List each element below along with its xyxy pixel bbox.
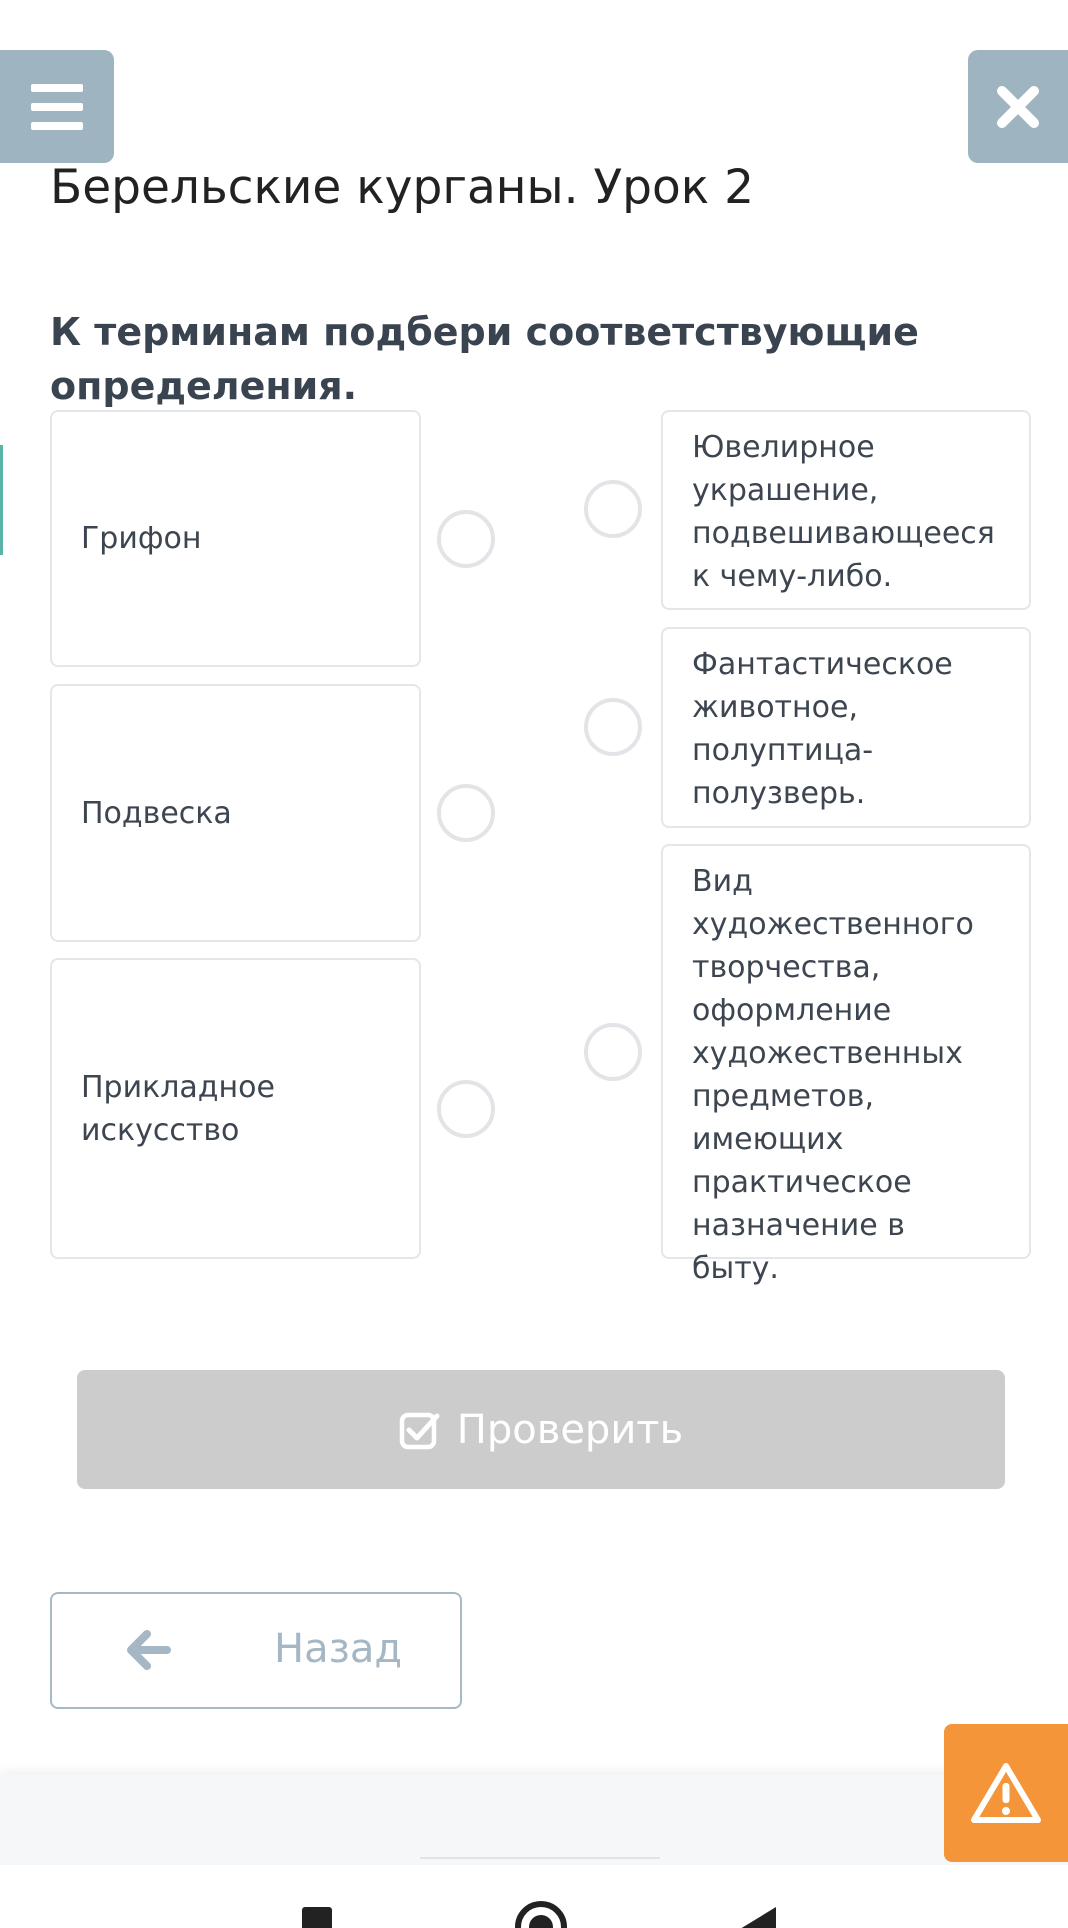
check-button-label: Проверить bbox=[456, 1406, 684, 1453]
page-title: Берельские курганы. Урок 2 bbox=[50, 160, 754, 215]
system-navigation-bar bbox=[0, 1865, 1068, 1928]
term-card-2[interactable]: Подвеска bbox=[50, 684, 421, 942]
definition-text: Ювелирное украшение, подвешивающееся к ч… bbox=[692, 430, 995, 594]
term-label: Грифон bbox=[81, 521, 202, 556]
hamburger-menu-icon bbox=[31, 83, 83, 130]
definition-text: Фантастическое животное, полуптица-полуз… bbox=[692, 647, 953, 811]
home-icon[interactable] bbox=[515, 1901, 567, 1928]
arrow-left-icon bbox=[127, 1630, 171, 1670]
side-edge-marker bbox=[0, 445, 3, 555]
check-button[interactable]: Проверить bbox=[77, 1370, 1005, 1489]
back-button-label: Назад bbox=[274, 1626, 403, 1672]
term-3-connector[interactable] bbox=[437, 1080, 495, 1138]
footer-divider bbox=[420, 1857, 660, 1859]
checkbox-check-icon bbox=[399, 1412, 440, 1449]
definition-card-2[interactable]: Фантастическое животное, полуптица-полуз… bbox=[661, 627, 1031, 828]
term-card-1[interactable]: Грифон bbox=[50, 410, 421, 667]
close-button[interactable] bbox=[968, 50, 1068, 163]
back-nav-icon[interactable] bbox=[740, 1907, 776, 1928]
term-label: Прикладное искусство bbox=[81, 1069, 275, 1148]
question-text: К терминам подбери соответствующие опред… bbox=[50, 310, 919, 408]
definition-card-1[interactable]: Ювелирное украшение, подвешивающееся к ч… bbox=[661, 410, 1031, 610]
definition-3-connector[interactable] bbox=[584, 1023, 642, 1081]
close-icon bbox=[997, 85, 1039, 128]
definition-2-connector[interactable] bbox=[584, 698, 642, 756]
definition-text: Вид художественного творчества, оформлен… bbox=[692, 864, 974, 1286]
term-card-3[interactable]: Прикладное искусство bbox=[50, 958, 421, 1259]
warning-triangle-icon bbox=[971, 1763, 1041, 1823]
report-problem-button[interactable] bbox=[944, 1724, 1068, 1862]
term-1-connector[interactable] bbox=[437, 510, 495, 568]
definition-1-connector[interactable] bbox=[584, 480, 642, 538]
recent-apps-icon[interactable] bbox=[302, 1907, 332, 1928]
definition-card-3[interactable]: Вид художественного творчества, оформлен… bbox=[661, 844, 1031, 1286]
menu-button[interactable] bbox=[0, 50, 114, 163]
footer-panel bbox=[0, 1775, 1068, 1865]
term-2-connector[interactable] bbox=[437, 784, 495, 842]
back-button[interactable]: Назад bbox=[50, 1592, 462, 1709]
lesson-page: Берельские курганы. Урок 2 К терминам по… bbox=[0, 0, 1068, 1928]
term-label: Подвеска bbox=[81, 795, 232, 831]
